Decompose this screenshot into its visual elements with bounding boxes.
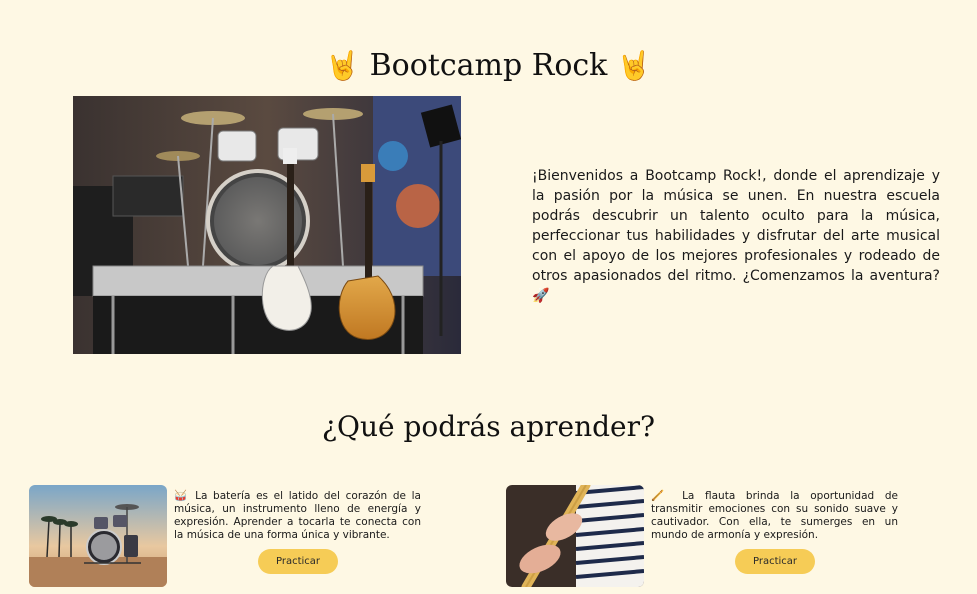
drum-card-image (29, 485, 167, 587)
rock-hand-icon: 🤘 (325, 49, 361, 82)
flute-card-image (506, 485, 644, 587)
page-title-text: Bootcamp Rock (369, 48, 608, 83)
section-title: ¿Qué podrás aprender? (321, 410, 656, 443)
practice-flute-button[interactable]: Practicar (735, 549, 815, 574)
page-title: 🤘 Bootcamp Rock 🤘 (0, 44, 977, 88)
drum-card-description: 🥁 La batería es el latido del corazón de… (174, 490, 421, 541)
practice-drums-button[interactable]: Practicar (258, 549, 338, 574)
flute-card-description: 🪈 La flauta brinda la oportunidad de tra… (651, 490, 898, 541)
hero-image (73, 96, 461, 354)
welcome-paragraph: ¡Bienvenidos a Bootcamp Rock!, donde el … (532, 168, 940, 304)
rock-hand-icon: 🤘 (616, 49, 652, 82)
